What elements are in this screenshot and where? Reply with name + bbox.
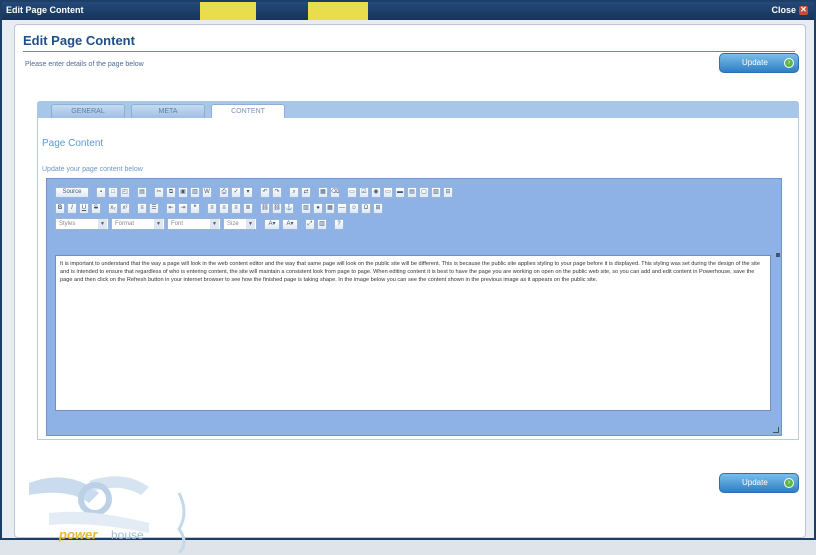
align-right-icon[interactable]: ≡ [231, 202, 241, 214]
arrow-right-icon: › [784, 478, 794, 488]
underline-icon[interactable]: U [79, 202, 89, 214]
subscript-icon[interactable]: x₂ [108, 202, 118, 214]
size-select[interactable]: Size [223, 218, 257, 230]
close-label: Close [771, 5, 796, 15]
print-icon[interactable]: ⎙ [219, 186, 229, 198]
styles-select[interactable]: Styles [55, 218, 109, 230]
rich-text-editor: Source ▪ □ ◰ ▤ ✂ ⧉ ▣ ▥ W ⎙ ✓ ▾ ↶ ↷ ⌕ ⇄ ▦… [46, 178, 782, 436]
tab-content-panel: Page Content Update your page content be… [37, 118, 799, 440]
table-icon[interactable]: ▦ [325, 202, 335, 214]
paste-word-icon[interactable]: W [202, 186, 212, 198]
strikethrough-icon[interactable]: S [91, 202, 101, 214]
checkbox-icon[interactable]: ☑ [359, 186, 369, 198]
toolbar-row-3: Styles Format Font Size A▾ A▾ ⤢ ▥ ? [55, 217, 344, 231]
spellcheck-dropdown-icon[interactable]: ▾ [243, 186, 253, 198]
copy-icon[interactable]: ⧉ [166, 186, 176, 198]
horizontal-rule-icon[interactable]: ― [337, 202, 347, 214]
button-field-icon[interactable]: ▢ [419, 186, 429, 198]
anchor-icon[interactable]: ⚓ [284, 202, 294, 214]
italic-icon[interactable]: I [67, 202, 77, 214]
find-icon[interactable]: ⌕ [289, 186, 299, 198]
arrow-right-icon: › [784, 58, 794, 68]
tab-strip: GENERAL META CONTENT [37, 101, 799, 118]
tab-meta[interactable]: META [131, 104, 205, 118]
editor-body-text: It is important to understand that the w… [60, 261, 760, 283]
hidden-field-icon[interactable]: ⊟ [443, 186, 453, 198]
title-bar: Edit Page Content Close ✕ [2, 2, 814, 20]
window-title: Edit Page Content [6, 5, 84, 15]
link-icon[interactable]: ⛓ [260, 202, 270, 214]
align-left-icon[interactable]: ≡ [207, 202, 217, 214]
update-label: Update [742, 478, 768, 487]
toolbar-row-1: Source ▪ □ ◰ ▤ ✂ ⧉ ▣ ▥ W ⎙ ✓ ▾ ↶ ↷ ⌕ ⇄ ▦… [55, 185, 453, 199]
image-icon[interactable]: ▨ [301, 202, 311, 214]
blockquote-icon[interactable]: ❝ [190, 202, 200, 214]
numbered-list-icon[interactable]: ≡ [137, 202, 147, 214]
maximize-icon[interactable]: ⤢ [305, 218, 315, 230]
textfield-icon[interactable]: ▭ [383, 186, 393, 198]
align-center-icon[interactable]: ≡ [219, 202, 229, 214]
tab-content[interactable]: CONTENT [211, 104, 285, 118]
background-color-icon[interactable]: A▾ [282, 218, 298, 230]
editor-content-area[interactable]: It is important to understand that the w… [55, 255, 771, 411]
superscript-icon[interactable]: x² [120, 202, 130, 214]
paste-text-icon[interactable]: ▥ [190, 186, 200, 198]
special-char-icon[interactable]: Ω [361, 202, 371, 214]
undo-icon[interactable]: ↶ [260, 186, 270, 198]
indent-icon[interactable]: ⇥ [178, 202, 188, 214]
radio-icon[interactable]: ◉ [371, 186, 381, 198]
preview-icon[interactable]: ◰ [120, 186, 130, 198]
highlight-band [308, 2, 368, 20]
outdent-icon[interactable]: ⇤ [166, 202, 176, 214]
close-icon: ✕ [799, 4, 808, 15]
close-button[interactable]: Close ✕ [771, 5, 808, 15]
flash-icon[interactable]: ● [313, 202, 323, 214]
textarea-icon[interactable]: ▬ [395, 186, 405, 198]
cut-icon[interactable]: ✂ [154, 186, 164, 198]
window-frame: Edit Page Content Close ✕ Edit Page Cont… [0, 0, 816, 555]
templates-icon[interactable]: ▤ [137, 186, 147, 198]
toolbar-row-2: B I U S x₂ x² ≡ ☰ ⇤ ⇥ ❝ ≡ ≡ ≡ ≣ ⛓ ⛓ ⚓ ▨ … [55, 201, 383, 215]
save-icon[interactable]: ▪ [96, 186, 106, 198]
title-divider [23, 51, 795, 52]
tab-general[interactable]: GENERAL [51, 104, 125, 118]
image-button-icon[interactable]: ▧ [431, 186, 441, 198]
highlight-band [200, 2, 256, 20]
unlink-icon[interactable]: ⛓ [272, 202, 282, 214]
resize-handle[interactable] [773, 427, 779, 433]
section-instructions: Update your page content below [42, 166, 143, 173]
smiley-icon[interactable]: ☺ [349, 202, 359, 214]
select-field-icon[interactable]: ▤ [407, 186, 417, 198]
spellcheck-icon[interactable]: ✓ [231, 186, 241, 198]
redo-icon[interactable]: ↷ [272, 186, 282, 198]
source-button[interactable]: Source [55, 186, 89, 198]
page-instructions: Please enter details of the page below [25, 61, 144, 68]
bold-icon[interactable]: B [55, 202, 65, 214]
paste-icon[interactable]: ▣ [178, 186, 188, 198]
resize-marker [776, 253, 780, 257]
edit-panel: Edit Page Content Please enter details o… [14, 24, 806, 555]
show-blocks-icon[interactable]: ▥ [317, 218, 327, 230]
font-select[interactable]: Font [167, 218, 221, 230]
about-icon[interactable]: ? [334, 218, 344, 230]
section-title: Page Content [42, 138, 104, 149]
form-icon[interactable]: ▭ [347, 186, 357, 198]
new-page-icon[interactable]: □ [108, 186, 118, 198]
bulleted-list-icon[interactable]: ☰ [149, 202, 159, 214]
remove-format-icon[interactable]: ⌫ [330, 186, 340, 198]
powerhouse-logo: power house [29, 473, 219, 555]
page-break-icon[interactable]: ⊞ [373, 202, 383, 214]
replace-icon[interactable]: ⇄ [301, 186, 311, 198]
update-label: Update [742, 58, 768, 67]
update-button-bottom[interactable]: Update › [719, 473, 799, 493]
page-title: Edit Page Content [23, 33, 135, 48]
update-button[interactable]: Update › [719, 53, 799, 73]
select-all-icon[interactable]: ▦ [318, 186, 328, 198]
format-select[interactable]: Format [111, 218, 165, 230]
text-color-icon[interactable]: A▾ [264, 218, 280, 230]
align-justify-icon[interactable]: ≣ [243, 202, 253, 214]
